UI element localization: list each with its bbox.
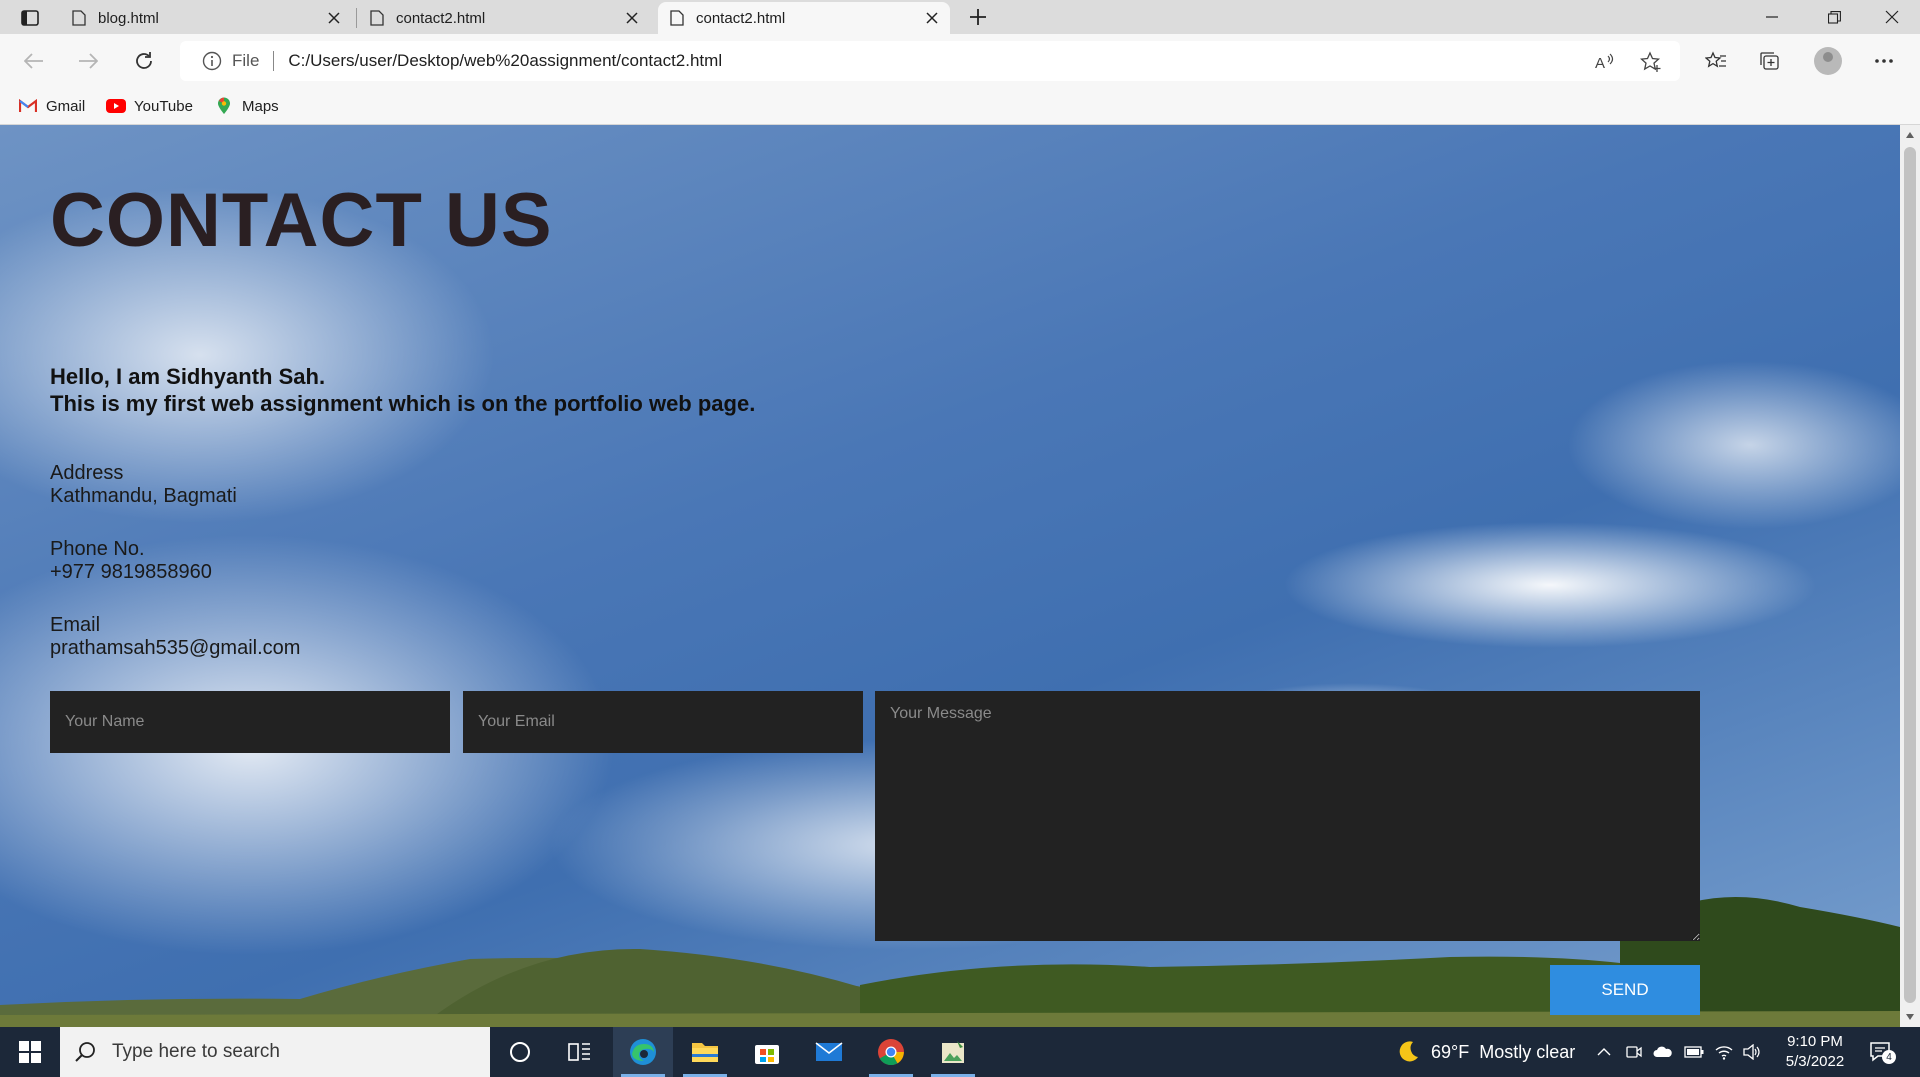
- favorites-icon[interactable]: [1702, 47, 1730, 75]
- favorites-bar: Gmail YouTube Maps: [0, 88, 1920, 125]
- weather-temp: 69°F: [1431, 1041, 1470, 1062]
- gmail-icon: [18, 98, 38, 114]
- phone-label: Phone No.: [50, 538, 145, 560]
- notification-count-badge: 4: [1882, 1050, 1896, 1064]
- address-block: Address Kathmandu, Bagmati: [50, 462, 237, 508]
- moon-icon: [1399, 1041, 1418, 1062]
- close-tab-icon[interactable]: [326, 10, 342, 26]
- address-value: Kathmandu, Bagmati: [50, 485, 237, 507]
- profile-avatar[interactable]: [1814, 47, 1842, 75]
- name-input[interactable]: [50, 691, 450, 753]
- chevron-up-icon[interactable]: [1594, 1042, 1614, 1062]
- favorite-youtube[interactable]: YouTube: [106, 96, 193, 116]
- intro-description: This is my first web assignment which is…: [50, 391, 756, 416]
- taskbar-search-box[interactable]: Type here to search: [60, 1027, 490, 1077]
- browser-toolbar: File C:/Users/user/Desktop/web%20assignm…: [0, 34, 1920, 88]
- forward-arrow-icon[interactable]: [74, 47, 102, 75]
- wifi-icon[interactable]: [1714, 1042, 1734, 1062]
- favorite-gmail[interactable]: Gmail: [18, 96, 85, 116]
- collections-icon[interactable]: [1756, 47, 1784, 75]
- refresh-icon[interactable]: [130, 47, 158, 75]
- send-button[interactable]: SEND: [1550, 965, 1700, 1015]
- scroll-up-icon[interactable]: [1904, 129, 1916, 141]
- minimize-button[interactable]: [1744, 0, 1800, 34]
- favorite-maps[interactable]: Maps: [214, 96, 279, 116]
- email-value: prathamsah535@gmail.com: [50, 637, 301, 659]
- svg-text:A: A: [1595, 55, 1605, 71]
- email-input[interactable]: [463, 691, 863, 753]
- search-icon: [75, 1042, 95, 1062]
- scroll-thumb[interactable]: [1904, 147, 1916, 1003]
- close-tab-icon[interactable]: [924, 10, 940, 26]
- document-icon: [370, 10, 384, 26]
- url-text[interactable]: C:/Users/user/Desktop/web%20assignment/c…: [288, 51, 1680, 71]
- weather-condition: Mostly clear: [1479, 1041, 1576, 1062]
- more-options-icon[interactable]: [1870, 47, 1898, 75]
- battery-icon[interactable]: [1684, 1042, 1704, 1062]
- tab-label: contact2.html: [696, 9, 786, 27]
- onedrive-icon[interactable]: [1653, 1042, 1673, 1062]
- email-block: Email prathamsah535@gmail.com: [50, 614, 300, 660]
- restore-button[interactable]: [1806, 0, 1862, 34]
- volume-icon[interactable]: [1742, 1042, 1762, 1062]
- cortana-icon[interactable]: [490, 1027, 550, 1077]
- file-explorer-icon[interactable]: [675, 1027, 735, 1077]
- add-favorite-icon[interactable]: [1640, 51, 1662, 73]
- back-arrow-icon[interactable]: [20, 47, 48, 75]
- meet-now-icon[interactable]: [1624, 1042, 1644, 1062]
- tab-divider: [356, 8, 357, 28]
- info-icon[interactable]: [202, 51, 222, 71]
- maps-icon: [214, 97, 234, 114]
- close-window-button[interactable]: [1864, 0, 1920, 34]
- divider: [273, 51, 275, 71]
- message-textarea[interactable]: [875, 691, 1700, 941]
- tab-contact2[interactable]: contact2.html: [358, 2, 650, 34]
- weather-widget[interactable]: 69°F Mostly clear: [1395, 1027, 1575, 1077]
- new-tab-button[interactable]: [966, 5, 990, 29]
- phone-value: +977 9819858960: [50, 561, 212, 583]
- address-bar[interactable]: File C:/Users/user/Desktop/web%20assignm…: [180, 41, 1680, 81]
- intro-text: Hello, I am Sidhyanth Sah. This is my fi…: [50, 363, 755, 417]
- page-viewport: CONTACT US Hello, I am Sidhyanth Sah. Th…: [0, 125, 1900, 1027]
- email-label: Email: [50, 614, 101, 636]
- tab-actions-icon[interactable]: [12, 6, 48, 30]
- read-aloud-icon[interactable]: A: [1594, 51, 1616, 73]
- chrome-icon[interactable]: [861, 1027, 921, 1077]
- intro-greeting: Hello, I am Sidhyanth Sah.: [50, 364, 326, 389]
- tab-label: contact2.html: [396, 9, 486, 27]
- task-view-icon[interactable]: [550, 1027, 610, 1077]
- favorite-label: YouTube: [134, 97, 193, 115]
- notifications-icon[interactable]: 4: [1868, 1039, 1896, 1065]
- scheme-label: File: [232, 51, 260, 70]
- clock-date: 5/3/2022: [1785, 1053, 1845, 1070]
- page-scrollbar[interactable]: [1900, 125, 1920, 1027]
- edge-taskbar-icon[interactable]: [613, 1027, 673, 1077]
- close-tab-icon[interactable]: [624, 10, 640, 26]
- microsoft-store-icon[interactable]: [737, 1027, 797, 1077]
- youtube-icon: [106, 98, 126, 114]
- tab-blog[interactable]: blog.html: [60, 2, 352, 34]
- page-title: CONTACT US: [50, 178, 553, 263]
- address-label: Address: [50, 462, 124, 484]
- windows-start-icon[interactable]: [0, 1027, 60, 1077]
- tab-label: blog.html: [98, 9, 159, 27]
- scroll-down-icon[interactable]: [1904, 1011, 1916, 1023]
- mail-icon[interactable]: [799, 1027, 859, 1077]
- tab-contact2-active[interactable]: contact2.html: [658, 2, 950, 34]
- phone-block: Phone No. +977 9819858960: [50, 538, 212, 584]
- tab-strip: blog.html contact2.html contact2.html: [0, 0, 1920, 34]
- favorite-label: Gmail: [46, 97, 86, 115]
- clock-time: 9:10 PM: [1787, 1033, 1843, 1050]
- document-icon: [72, 10, 86, 26]
- windows-taskbar: Type here to search 69°F Mostly clear 9:…: [0, 1027, 1920, 1077]
- taskbar-clock[interactable]: 9:10 PM 5/3/2022: [1770, 1032, 1860, 1072]
- document-icon: [670, 10, 684, 26]
- image-viewer-icon[interactable]: [923, 1027, 983, 1077]
- search-placeholder: Type here to search: [112, 1041, 280, 1062]
- favorite-label: Maps: [242, 97, 279, 115]
